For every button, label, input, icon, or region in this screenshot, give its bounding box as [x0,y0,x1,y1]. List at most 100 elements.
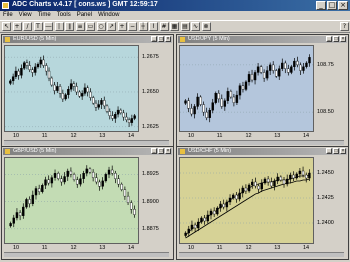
zoom-in-tool[interactable]: + [117,22,127,31]
candle-body [187,100,190,109]
horizontal-scrollbar[interactable] [4,140,169,145]
panel-minimize-button[interactable]: _ [326,36,332,42]
text-tool[interactable]: T [33,22,43,31]
chart-plot-area[interactable] [179,157,314,244]
x-tick-label: 12 [245,245,252,251]
candle-body [238,192,241,200]
candle-body [250,74,254,81]
candle-body [56,86,59,91]
panel-title: EUR/USD (5 Min) [13,36,57,42]
candle-body [272,64,275,71]
candle-body [20,68,23,76]
menu-file[interactable]: File [0,11,16,20]
maximize-button[interactable]: □ [327,1,337,10]
candle-body [22,62,26,69]
close-button[interactable]: × [338,1,348,10]
candle-body [58,86,62,94]
panel-close-button[interactable]: × [165,148,171,154]
candle-body [94,102,98,108]
menu-panel[interactable]: Panel [74,11,95,20]
chart-plot-area[interactable] [4,157,139,244]
fibonacci-tool[interactable]: ≡ [75,22,85,31]
menu-tools[interactable]: Tools [54,11,74,20]
panel-title-bar[interactable]: GBP/USD (5 Min) _ □ × [3,148,172,155]
candle-body [86,87,89,93]
panel-controls: _ □ × [151,36,171,42]
vertical-line-tool[interactable]: | [54,22,64,31]
panel-gbpusd[interactable]: GBP/USD (5 Min) _ □ × 1.8925 1.8900 1.8875… [1,146,174,260]
line-chart-tool[interactable]: ⌇ [149,22,158,31]
candle-body [42,59,45,66]
horizontal-scrollbar[interactable] [179,140,344,145]
ellipse-tool[interactable]: ○ [96,22,106,31]
x-tick-label: 12 [70,245,77,251]
panel-minimize-button[interactable]: _ [151,36,157,42]
menu-view[interactable]: View [16,11,35,20]
cascade-tool[interactable]: ▤ [180,22,190,31]
candle-body [41,185,44,192]
candle-body [82,173,85,179]
crosshair-tool[interactable]: + [12,22,22,31]
panel-close-button[interactable]: × [340,36,346,42]
panel-maximize-button[interactable]: □ [333,148,339,154]
chart-plot-area[interactable] [4,45,139,132]
panel-maximize-button[interactable]: □ [158,36,164,42]
panel-minimize-button[interactable]: _ [326,148,332,154]
close-all-tool[interactable]: ⊗ [201,22,211,31]
panel-eurusd[interactable]: EUR/USD (5 Min) _ □ × 1.2675 1.2650 1.2625… [1,34,174,148]
candle-body [190,108,193,115]
menu-window[interactable]: Window [95,11,122,20]
candle-body [47,179,50,184]
channel-tool[interactable]: ∥ [65,22,74,31]
candle-body [25,62,29,66]
candle-body [101,180,104,187]
panel-title-bar[interactable]: EUR/USD (5 Min) _ □ × [3,36,172,43]
window-controls: _ □ × [316,1,348,10]
candle-body [67,88,70,95]
panel-usdchf[interactable]: USD/CHF (5 Min) _ □ × 1.2450 1.2425 1.2400… [176,146,349,260]
trendline-tool[interactable]: / [23,22,32,31]
candle-body [66,170,69,177]
candle-body [22,206,25,216]
horizontal-scrollbar[interactable] [179,252,344,257]
minimize-button[interactable]: _ [316,1,326,10]
candles-tool[interactable]: ┼ [138,22,148,31]
panel-minimize-button[interactable]: _ [151,148,157,154]
panel-close-button[interactable]: × [165,36,171,42]
pointer-tool[interactable]: ↖ [2,22,11,31]
x-tick-label: 12 [245,133,252,139]
help-tool[interactable]: ? [340,22,349,31]
panel-title-bar[interactable]: USD/CHF (5 Min) _ □ × [178,148,347,155]
chart-plot-area[interactable] [179,45,314,132]
horizontal-line-tool[interactable]: ― [44,22,53,31]
indicator-tool[interactable]: ∿ [191,22,200,31]
menu-time[interactable]: Time [35,11,54,20]
candle-body [88,168,92,173]
candle-body [298,170,302,175]
candle-body [61,93,65,100]
panel-close-button[interactable]: × [340,148,346,154]
window-title: ADC Charts v.4.17 [ cons.ws ] GMT 12:59:… [12,1,158,8]
arrow-tool[interactable]: ↗ [107,22,116,31]
panel-maximize-button[interactable]: □ [333,36,339,42]
panel-title-bar[interactable]: USD/JPY (5 Min) _ □ × [178,36,347,43]
tile-tool[interactable]: ▦ [170,22,179,31]
candle-body [63,176,66,183]
candle-body [278,68,281,77]
rectangle-tool[interactable]: ▭ [86,22,95,31]
candle-body [50,177,54,184]
x-axis: 10 11 12 13 14 [4,132,139,140]
panel-usdjpy[interactable]: USD/JPY (5 Min) _ □ × 108.75 108.50 10 11 12… [176,34,349,148]
candle-body [296,60,299,66]
grid-tool[interactable]: # [159,22,169,31]
candle-body [211,102,214,111]
candle-body [301,170,305,176]
candle-body [36,63,40,68]
candle-body [100,100,103,105]
candle-body [202,104,205,113]
horizontal-scrollbar[interactable] [4,252,169,257]
candle-body [28,65,31,70]
zoom-out-tool[interactable]: − [128,22,137,31]
panel-maximize-button[interactable]: □ [158,148,164,154]
x-tick-label: 11 [216,245,223,251]
